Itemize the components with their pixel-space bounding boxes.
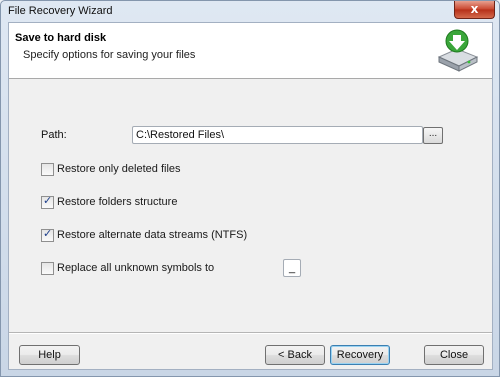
option-replace-symbols[interactable]: Replace all unknown symbols to [41,261,214,275]
path-input[interactable] [132,126,423,144]
recovery-button[interactable]: Recovery [330,345,390,365]
wizard-client-area: Save to hard disk Specify options for sa… [8,22,493,370]
wizard-window: File Recovery Wizard x Save to hard disk… [0,0,500,377]
window-close-button[interactable]: x [454,1,495,19]
checkmark-icon: ✓ [43,193,53,207]
footer-divider [9,332,492,334]
option-label: Restore folders structure [57,196,178,208]
title-bar[interactable]: File Recovery Wizard x [1,1,499,22]
hard-disk-download-icon [437,29,479,72]
wizard-header: Save to hard disk Specify options for sa… [9,23,492,79]
browse-button[interactable]: ... [423,127,443,144]
restore-streams-checkbox[interactable]: ✓ [41,226,54,242]
page-title: Save to hard disk [15,32,107,44]
close-button[interactable]: Close [424,345,484,365]
page-subtitle: Specify options for saving your files [23,49,196,61]
option-restore-streams[interactable]: ✓ Restore alternate data streams (NTFS) [41,226,248,242]
option-label: Replace all unknown symbols to [57,262,215,274]
help-button[interactable]: Help [19,345,80,365]
window-title: File Recovery Wizard [8,5,113,17]
replace-symbol-input[interactable] [283,259,301,277]
option-label: Restore alternate data streams (NTFS) [57,229,248,241]
restore-deleted-checkbox[interactable] [41,162,54,176]
replace-symbols-checkbox[interactable] [41,261,54,275]
option-restore-folders[interactable]: ✓ Restore folders structure [41,193,178,209]
option-restore-deleted[interactable]: Restore only deleted files [41,162,181,176]
path-label: Path: [41,129,67,141]
back-button[interactable]: < Back [265,345,325,365]
checkmark-icon: ✓ [43,226,53,240]
option-label: Restore only deleted files [57,163,181,175]
restore-folders-checkbox[interactable]: ✓ [41,193,54,209]
